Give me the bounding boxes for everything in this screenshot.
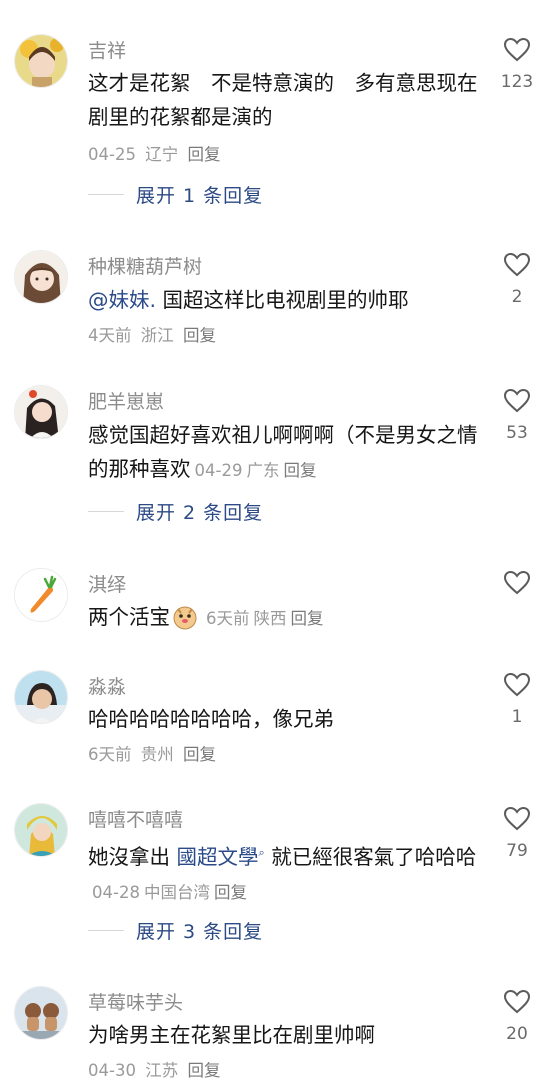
username[interactable]: 吉祥 — [88, 36, 126, 63]
heart-outline-icon — [503, 388, 531, 413]
comment-text-body: 就已經很客氣了哈哈哈 — [264, 844, 477, 869]
like-button[interactable]: 20 — [492, 989, 542, 1044]
comment-text: @妹妹. 国超这样比电视剧里的帅耶 — [88, 283, 488, 317]
heart-outline-icon — [503, 570, 531, 595]
comment-text-body: 两个活宝 — [88, 605, 170, 629]
comment-meta: 04-25 辽宁 回复 — [88, 141, 224, 165]
comment-text-body: 她沒拿出 — [88, 844, 177, 869]
reply-link[interactable]: 回复 — [214, 883, 247, 902]
like-count: 79 — [506, 841, 528, 861]
comment-text-body: 国超这样比电视剧里的帅耶 — [156, 288, 409, 312]
avatar[interactable] — [14, 986, 68, 1040]
like-button[interactable]: 123 — [492, 37, 542, 92]
comment-location: 广东 — [246, 461, 280, 480]
username[interactable]: 淇绎 — [88, 570, 126, 597]
comment-date: 04-29 — [194, 461, 243, 480]
avatar[interactable] — [14, 385, 68, 439]
heart-outline-icon — [503, 252, 531, 277]
heart-outline-icon — [503, 37, 531, 62]
avatar[interactable] — [14, 34, 68, 88]
like-count: 1 — [511, 707, 523, 727]
comment-text: 哈哈哈哈哈哈哈哈，像兄弟 — [88, 707, 334, 731]
comment-date: 4天前 — [88, 326, 132, 345]
comment-meta: 6天前 陕西 回复 — [206, 609, 328, 628]
like-button[interactable]: 53 — [492, 388, 542, 443]
heart-outline-icon — [503, 806, 531, 831]
comment-location: 江苏 — [145, 1061, 179, 1080]
like-count: 53 — [506, 423, 528, 443]
like-count: 2 — [511, 287, 523, 307]
comment-location: 贵州 — [140, 745, 174, 764]
comment-meta: 04-28 中国台湾 回复 — [92, 883, 251, 902]
expand-replies-label: 展开 3 条回复 — [136, 920, 264, 943]
expand-replies-label: 展开 2 条回复 — [136, 501, 264, 524]
avatar[interactable] — [14, 670, 68, 724]
divider — [88, 510, 124, 512]
comment-text: 她沒拿出 國超文學⌕ 就已經很客氣了哈哈哈04-28 中国台湾 回复 — [88, 836, 488, 910]
expand-replies-button[interactable]: 展开 3 条回复 — [88, 915, 263, 945]
comment-date: 04-25 — [88, 145, 136, 164]
comment-date: 04-30 — [88, 1061, 136, 1080]
mention-link[interactable]: @妹妹. — [88, 288, 156, 312]
reply-link[interactable]: 回复 — [183, 326, 216, 345]
like-count: 20 — [506, 1024, 528, 1044]
like-count: 123 — [500, 72, 534, 92]
like-button[interactable]: 1 — [492, 672, 542, 727]
username[interactable]: 种棵糖葫芦树 — [88, 252, 202, 279]
divider — [88, 193, 124, 195]
comment-meta: 4天前 浙江 回复 — [88, 322, 220, 346]
like-button[interactable]: 2 — [492, 252, 542, 307]
like-button[interactable] — [492, 570, 542, 605]
like-button[interactable]: 79 — [492, 806, 542, 861]
topic-link[interactable]: 國超文學 — [177, 845, 259, 869]
comment-date: 6天前 — [88, 745, 132, 764]
username[interactable]: 肥羊崽崽 — [88, 387, 164, 414]
expand-replies-button[interactable]: 展开 1 条回复 — [88, 179, 263, 209]
reply-link[interactable]: 回复 — [291, 609, 324, 628]
meerkat-face-emoji-icon — [172, 604, 198, 640]
reply-link[interactable]: 回复 — [187, 145, 220, 164]
avatar[interactable] — [14, 568, 68, 622]
avatar[interactable] — [14, 250, 68, 304]
comment-location: 辽宁 — [145, 145, 179, 164]
comment-location: 中国台湾 — [143, 882, 210, 902]
comment-text: 这才是花絮 不是特意演的 多有意思现在剧里的花絮都是演的 — [88, 71, 478, 129]
heart-outline-icon — [503, 989, 531, 1014]
divider — [88, 929, 124, 931]
comment-meta: 04-30 江苏 回复 — [88, 1057, 224, 1081]
reply-link[interactable]: 回复 — [183, 745, 216, 764]
expand-replies-label: 展开 1 条回复 — [136, 184, 264, 207]
username[interactable]: 草莓味芋头 — [88, 988, 183, 1015]
username[interactable]: 淼淼 — [88, 672, 126, 699]
username[interactable]: 嘻嘻不嘻嘻 — [88, 805, 183, 832]
comment-date: 04-28 — [92, 882, 140, 902]
comment-meta: 04-29 广东 回复 — [195, 461, 321, 480]
comment-location: 陕西 — [253, 609, 287, 628]
reply-link[interactable]: 回复 — [283, 461, 316, 480]
heart-outline-icon — [503, 672, 531, 697]
avatar[interactable] — [14, 803, 68, 857]
reply-link[interactable]: 回复 — [187, 1061, 220, 1080]
comment-location: 浙江 — [140, 326, 174, 345]
comment-text: 感觉国超好喜欢祖儿啊啊啊（不是男女之情的那种喜欢 04-29 广东 回复 — [88, 418, 488, 488]
comment-text: 两个活宝 6天前 陕西 回复 — [88, 600, 488, 640]
expand-replies-button[interactable]: 展开 2 条回复 — [88, 496, 263, 526]
comment-date: 6天前 — [206, 609, 250, 628]
comment-text: 为啥男主在花絮里比在剧里帅啊 — [88, 1023, 375, 1047]
comment-meta: 6天前 贵州 回复 — [88, 741, 220, 765]
